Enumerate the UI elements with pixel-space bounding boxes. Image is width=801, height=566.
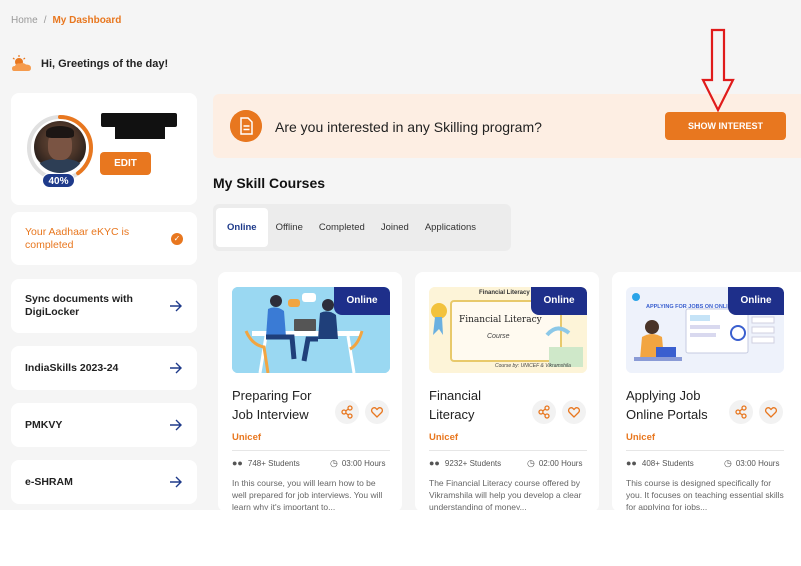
- online-badge: Online: [728, 287, 784, 315]
- online-badge: Online: [531, 287, 587, 315]
- sun-cloud-icon: [12, 55, 31, 71]
- edit-profile-button[interactable]: EDIT: [100, 152, 151, 175]
- course-card[interactable]: Financial Literacy Financial Literacy Co…: [415, 272, 599, 510]
- sidebar-item-label: e-SHRAM: [25, 475, 73, 488]
- tab-applications[interactable]: Applications: [417, 208, 484, 247]
- heart-icon: [370, 407, 384, 418]
- users-icon: ●●: [232, 458, 243, 468]
- thumb-sub-text: Course: [487, 333, 510, 340]
- heart-icon: [764, 407, 778, 418]
- heart-icon: [567, 407, 581, 418]
- sidebar-item-label: IndiaSkills 2023-24: [25, 361, 119, 374]
- arrow-right-icon: [170, 476, 182, 488]
- kyc-status-label: Your Aadhaar eKYC is completed: [25, 225, 130, 251]
- favorite-button[interactable]: [562, 400, 586, 424]
- tab-joined[interactable]: Joined: [373, 208, 417, 247]
- arrow-right-icon: [170, 362, 182, 374]
- users-icon: ●●: [429, 458, 440, 468]
- share-button[interactable]: [532, 400, 556, 424]
- tab-completed[interactable]: Completed: [311, 208, 373, 247]
- course-thumbnail: Online: [232, 287, 390, 373]
- share-icon: [341, 405, 353, 419]
- tab-offline[interactable]: Offline: [268, 208, 311, 247]
- course-title: Preparing For Job Interview: [232, 388, 312, 422]
- online-badge: Online: [334, 287, 390, 315]
- course-card[interactable]: Online Preparing For Job Interview Unice…: [218, 272, 402, 510]
- sidebar-item-eshram[interactable]: e-SHRAM: [11, 460, 197, 504]
- course-thumbnail: APPLYING FOR JOBS ON ONLINE Online: [626, 287, 784, 373]
- course-card[interactable]: APPLYING FOR JOBS ON ONLINE Online Apply…: [612, 272, 801, 510]
- interest-question: Are you interested in any Skilling progr…: [275, 119, 542, 135]
- sidebar-item-indiaskills[interactable]: IndiaSkills 2023-24: [11, 346, 197, 390]
- profile-name: r: [165, 115, 169, 126]
- breadcrumb-current: My Dashboard: [52, 15, 122, 26]
- course-provider: Unicef: [429, 432, 459, 443]
- kyc-status-card: Your Aadhaar eKYC is completed ✓: [11, 212, 197, 265]
- course-provider: Unicef: [232, 432, 262, 443]
- students-count: ●● 748+ Students: [232, 458, 300, 468]
- course-description: The Financial Literacy course offered by…: [429, 478, 582, 510]
- thumb-footer-text: Course by: UNICEF & Vikramshila: [495, 363, 571, 369]
- section-title: My Skill Courses: [213, 175, 326, 191]
- breadcrumb: Home / My Dashboard: [11, 15, 122, 26]
- course-title: Applying Job Online Portals: [626, 388, 708, 422]
- students-count: ●● 9232+ Students: [429, 458, 502, 468]
- course-duration: ◷ 03:00 Hours: [330, 458, 386, 468]
- sidebar-item-pmkvy[interactable]: PMKVY: [11, 403, 197, 447]
- tab-online[interactable]: Online: [216, 208, 268, 247]
- favorite-button[interactable]: [759, 400, 783, 424]
- course-duration: ◷ 03:00 Hours: [724, 458, 780, 468]
- thumb-header-text: APPLYING FOR JOBS ON ONLINE: [646, 304, 736, 310]
- dashboard-page: Home / My Dashboard Hi, Greetings of the d…: [0, 0, 801, 510]
- red-arrow-annotation: [701, 28, 735, 112]
- profile-card: 40% r EDIT: [11, 93, 197, 205]
- share-icon: [735, 405, 747, 419]
- course-duration: ◷ 02:00 Hours: [527, 458, 583, 468]
- divider: [626, 450, 784, 451]
- arrow-right-icon: [170, 419, 182, 431]
- divider: [429, 450, 587, 451]
- document-icon: [230, 110, 262, 142]
- sidebar-item-label: PMKVY: [25, 418, 63, 431]
- blank-area: [0, 510, 801, 566]
- divider: [232, 450, 390, 451]
- course-description: In this course, you will learn how to be…: [232, 478, 383, 510]
- arrow-right-icon: [170, 300, 182, 312]
- course-title: Financial Literacy: [429, 388, 482, 422]
- students-count: ●● 408+ Students: [626, 458, 694, 468]
- course-tabs: Online Offline Completed Joined Applicat…: [213, 204, 511, 251]
- redacted-name-line: [115, 127, 165, 139]
- sidebar-item-label: Sync documents with DigiLocker: [25, 293, 133, 318]
- thumb-main-text: Financial Literacy: [459, 315, 542, 325]
- share-button[interactable]: [729, 400, 753, 424]
- course-description: This course is designed specifically for…: [626, 478, 784, 510]
- greeting: Hi, Greetings of the day!: [11, 55, 168, 73]
- clock-icon: ◷: [724, 458, 732, 468]
- course-provider: Unicef: [626, 432, 656, 443]
- favorite-button[interactable]: [365, 400, 389, 424]
- avatar: [34, 121, 86, 173]
- show-interest-button[interactable]: SHOW INTEREST: [665, 112, 786, 140]
- clock-icon: ◷: [527, 458, 535, 468]
- users-icon: ●●: [626, 458, 637, 468]
- breadcrumb-home[interactable]: Home: [11, 15, 38, 26]
- check-icon: ✓: [171, 232, 183, 245]
- share-button[interactable]: [335, 400, 359, 424]
- share-icon: [538, 405, 550, 419]
- clock-icon: ◷: [330, 458, 338, 468]
- sidebar-item-digilocker[interactable]: Sync documents with DigiLocker: [11, 279, 197, 333]
- greeting-text: Hi, Greetings of the day!: [41, 58, 169, 70]
- course-thumbnail: Financial Literacy Financial Literacy Co…: [429, 287, 587, 373]
- thumb-header-text: Financial Literacy: [479, 290, 530, 296]
- completion-badge: 40%: [42, 173, 75, 188]
